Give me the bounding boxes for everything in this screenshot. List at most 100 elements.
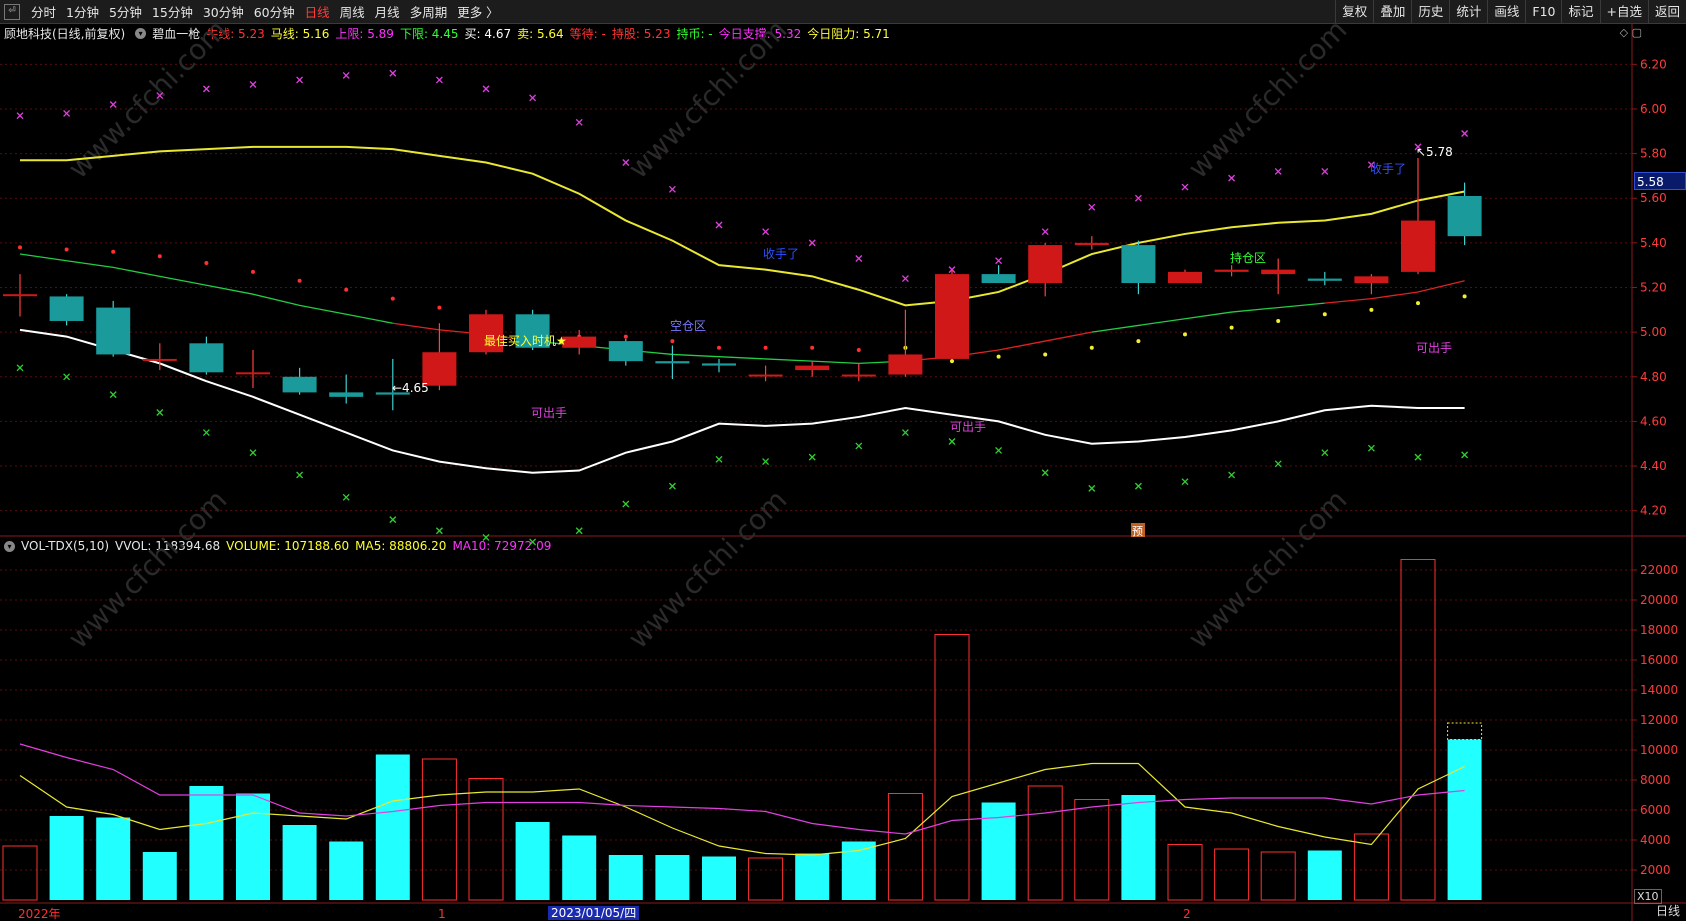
indicator-menu-icon[interactable]: ▾ (135, 27, 147, 39)
toolbar-button[interactable]: 叠加 (1373, 0, 1411, 24)
toolbar-button[interactable]: 标记 (1561, 0, 1599, 24)
lower-x-marker (16, 364, 24, 372)
lower-x-marker (762, 458, 770, 466)
upper-x-marker (109, 101, 117, 108)
upper-x-marker (389, 69, 397, 77)
signal-dot (111, 249, 116, 254)
upper-x-marker (1461, 130, 1469, 137)
panel-controls[interactable]: ◇ ▢ (1620, 26, 1642, 39)
candle-body (329, 392, 364, 397)
candle-body (841, 374, 876, 377)
lower-x-marker (156, 409, 164, 416)
upper-x-marker (435, 76, 443, 84)
period-tab[interactable]: 月线 (370, 2, 405, 21)
upper-x-marker (482, 85, 490, 93)
period-tab[interactable]: 日线 (300, 2, 335, 21)
candle-body (96, 307, 131, 355)
lower-x-marker (1461, 451, 1469, 459)
price-tick-label: 6.20 (1640, 57, 1667, 71)
signal-dot (251, 269, 255, 274)
period-tab[interactable]: 分时 (26, 2, 61, 21)
upper-x-marker (342, 72, 350, 79)
signal-dot (1089, 345, 1094, 350)
volume-bar (1167, 844, 1203, 901)
price-tick-label: 4.80 (1640, 370, 1667, 384)
upper-x-marker (63, 109, 71, 117)
toolbar-button[interactable]: 画线 (1487, 0, 1525, 24)
upper-x-marker (1041, 228, 1049, 236)
candle-body (795, 365, 830, 371)
period-tab[interactable]: 周线 (335, 2, 370, 21)
volume-info-bar: ▾ VOL-TDX(5,10) VVOL: 118394.68 VOLUME: … (0, 537, 557, 555)
volume-bar (189, 786, 224, 900)
upper-x-marker (622, 159, 630, 166)
lower-x-marker (249, 449, 257, 457)
toolbar-button[interactable]: +自选 (1599, 0, 1648, 24)
volume-tick-label: 2000 (1640, 863, 1671, 877)
upper-x-marker (342, 72, 350, 79)
volume-bar (608, 855, 643, 900)
signal-dot (623, 334, 628, 339)
candle-body (935, 274, 969, 359)
candle-body (49, 296, 84, 321)
upper-x-marker (202, 85, 210, 93)
upper-x-marker (435, 76, 443, 84)
collapse-icon[interactable]: ⏎ (4, 3, 20, 20)
period-tab[interactable]: 60分钟 (249, 2, 300, 21)
volume-tick-label: 20000 (1640, 593, 1678, 607)
toolbar-button[interactable]: 历史 (1411, 0, 1449, 24)
toolbar-button[interactable]: F10 (1525, 0, 1561, 24)
signal-dot (344, 287, 349, 292)
candle-body (469, 314, 503, 353)
stock-chart[interactable]: 6.20 6.00 5.80 5.60 5.40 5.20 5.00 4.80 4.60 4.40… (0, 0, 1686, 921)
volume-bar (236, 793, 270, 900)
upper-x-marker (948, 266, 956, 274)
upper-x-marker (296, 76, 304, 84)
upper-x-marker (762, 228, 770, 236)
upper-x-marker (1134, 194, 1142, 202)
volume-bar (1447, 739, 1482, 900)
vol-menu-icon[interactable]: ▾ (4, 540, 15, 552)
volume-tick-label: 6000 (1640, 803, 1671, 817)
toolbar-button[interactable]: 返回 (1647, 0, 1686, 24)
upper-x-marker (1321, 167, 1329, 175)
period-tab[interactable]: 15分钟 (147, 2, 198, 21)
volume-bar (795, 853, 830, 900)
period-tab[interactable]: 多周期 (405, 2, 453, 21)
candle-body (562, 336, 597, 348)
upper-x-marker (63, 109, 71, 117)
period-tab[interactable]: 1分钟 (61, 2, 104, 21)
volume-bar (887, 793, 923, 901)
period-tab[interactable]: 30分钟 (198, 2, 249, 21)
lower-x-marker (389, 516, 397, 524)
toolbar-button[interactable]: 复权 (1335, 0, 1373, 24)
x-axis-year-label: 2022年 (18, 907, 61, 921)
upper-x-marker (1367, 161, 1375, 169)
lower-x-marker (1461, 451, 1469, 459)
price-tick-label: 5.40 (1640, 236, 1667, 250)
lower-x-marker (1414, 453, 1422, 461)
lower-x-marker (948, 438, 956, 445)
candle-body (375, 392, 410, 395)
candle-body (1401, 220, 1435, 272)
watermark-text: www.cfchi.com (1182, 483, 1354, 655)
lower-x-marker (995, 446, 1003, 454)
lower-x-marker (1274, 460, 1282, 468)
lower-x-marker (855, 442, 863, 450)
upper-x-marker (901, 275, 909, 283)
lower-x-marker (622, 500, 630, 508)
upper-x-marker (808, 239, 816, 247)
period-tab[interactable]: 5分钟 (104, 2, 147, 21)
period-tab[interactable]: 更多 〉 (452, 2, 503, 21)
indicator-field: 马线: 5.16 (270, 26, 330, 41)
indicator-field: 持币: - (676, 26, 713, 41)
volume-bar (1400, 559, 1436, 901)
lower-x-marker (202, 429, 210, 437)
lower-x-marker (1041, 469, 1049, 477)
volume-bar (1214, 848, 1250, 901)
volume-bar (1353, 833, 1389, 901)
signal-dot (1183, 332, 1187, 337)
mid-line-red (392, 322, 533, 342)
toolbar-button[interactable]: 统计 (1449, 0, 1487, 24)
lower-x-marker (668, 482, 676, 490)
